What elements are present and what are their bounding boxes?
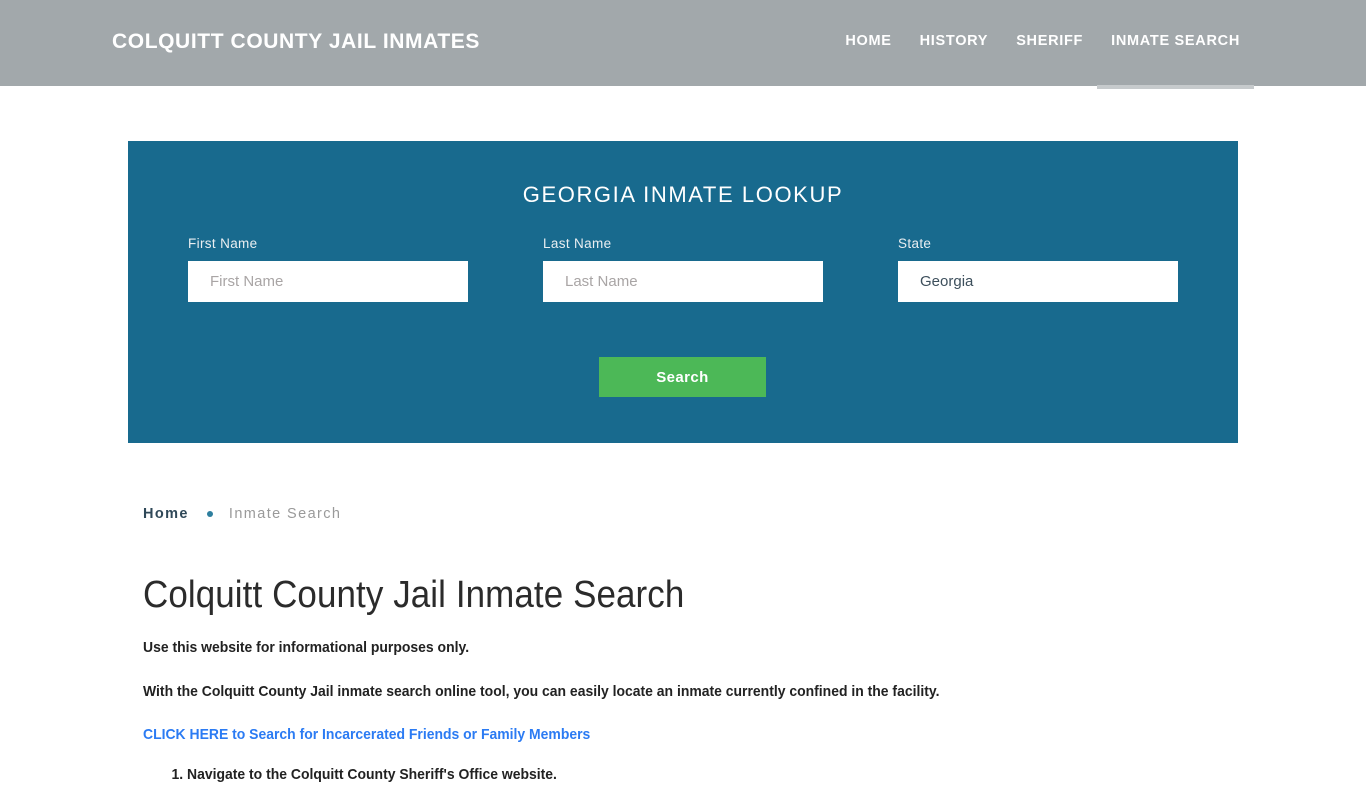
state-input[interactable] <box>898 261 1178 302</box>
site-title: COLQUITT COUNTY JAIL INMATES <box>112 30 480 53</box>
list-item: Navigate to the Colquitt County Sheriff'… <box>187 765 1150 785</box>
main-content: Colquitt County Jail Inmate Search Use t… <box>143 574 1223 785</box>
state-label: State <box>898 236 932 251</box>
first-name-label: First Name <box>188 236 258 251</box>
last-name-field-group: Last Name <box>543 236 823 302</box>
main-navigation: HOME HISTORY SHERIFF INMATE SEARCH <box>831 0 1254 89</box>
click-here-search-link[interactable]: CLICK HERE to Search for Incarcerated Fr… <box>143 726 1147 743</box>
inmate-lookup-panel: GEORGIA INMATE LOOKUP First Name Last Na… <box>128 141 1238 443</box>
nav-item-sheriff[interactable]: SHERIFF <box>1002 0 1097 86</box>
breadcrumb-home-link[interactable]: Home <box>143 506 189 522</box>
breadcrumb-current-page: Inmate Search <box>228 506 342 522</box>
breadcrumb-separator-dot-icon <box>206 511 213 517</box>
nav-item-inmate-search[interactable]: INMATE SEARCH <box>1097 0 1254 89</box>
breadcrumb: Home Inmate Search <box>143 506 341 522</box>
instruction-steps-list: Navigate to the Colquitt County Sheriff'… <box>143 765 1223 785</box>
first-name-input[interactable] <box>188 261 468 302</box>
first-name-field-group: First Name <box>188 236 468 302</box>
last-name-input[interactable] <box>543 261 823 302</box>
site-header: COLQUITT COUNTY JAIL INMATES HOME HISTOR… <box>0 0 1366 89</box>
intro-paragraph-1: Use this website for informational purpo… <box>143 638 470 656</box>
state-field-group: State <box>898 236 1178 302</box>
nav-item-history[interactable]: HISTORY <box>906 0 1003 86</box>
last-name-label: Last Name <box>543 236 612 251</box>
page-title: Colquitt County Jail Inmate Search <box>143 574 685 616</box>
intro-paragraph-2: With the Colquitt County Jail inmate sea… <box>143 682 940 700</box>
lookup-panel-title: GEORGIA INMATE LOOKUP <box>522 182 844 207</box>
search-button[interactable]: Search <box>599 357 766 397</box>
nav-item-home[interactable]: HOME <box>831 0 905 86</box>
